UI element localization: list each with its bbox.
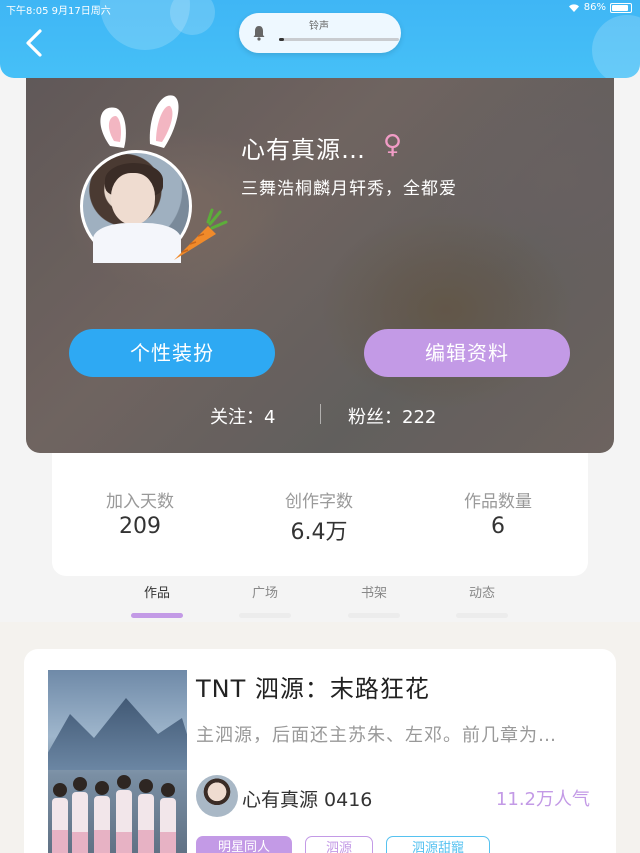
stat-value: 6.4万	[290, 520, 348, 545]
profile-bio: 三舞浩桐麟月轩秀，全都爱	[241, 179, 457, 199]
gender-female-icon: ♀	[383, 130, 403, 160]
status-right: 86%	[568, 2, 632, 13]
carrot-icon	[174, 208, 228, 260]
author-avatar[interactable]	[196, 775, 238, 817]
popularity-count: 11.2万人气	[495, 789, 590, 810]
avatar-frame[interactable]	[78, 86, 228, 263]
cover-mountains	[48, 698, 187, 770]
work-cover-image[interactable]	[48, 670, 187, 853]
wifi-icon	[568, 3, 579, 12]
stats-card: 加入天数 209 创作字数 6.4万 作品数量 6	[52, 453, 588, 576]
stat-label: 加入天数	[106, 492, 174, 512]
ringer-slider-fill	[279, 38, 284, 41]
stat-word-count: 创作字数 6.4万	[249, 487, 389, 546]
follow-stats: 关注：4 粉丝：222	[26, 400, 614, 430]
stat-value: 209	[119, 514, 161, 539]
status-date: 9月17日周六	[51, 6, 111, 17]
tab-bookshelf[interactable]: 书架	[344, 582, 404, 618]
work-description: 主泗源，后面还主苏朱、左邓。前几章为…	[196, 725, 557, 746]
stat-works-count: 作品数量 6	[428, 487, 568, 539]
stat-label: 作品数量	[464, 492, 532, 512]
battery-percent: 86%	[583, 2, 606, 13]
work-card[interactable]: TNT 泗源：末路狂花 主泗源，后面还主苏朱、左邓。前几章为… 心有真源 041…	[24, 649, 616, 853]
stat-join-days: 加入天数 209	[70, 487, 210, 539]
chevron-left-icon	[26, 29, 42, 57]
bunny-ears-icon	[100, 95, 179, 148]
tab-square[interactable]: 广场	[235, 582, 295, 618]
tab-label: 动态	[468, 586, 495, 601]
ringer-label: 铃声	[309, 21, 329, 32]
fans-count[interactable]: 粉丝：222	[348, 403, 436, 429]
following-count[interactable]: 关注：4	[210, 403, 275, 429]
tag-chip[interactable]: 泗源	[305, 836, 373, 853]
profile-card: 心有真源… ♀ 三舞浩桐麟月轩秀，全都爱 个性装扮 编辑资料 关注：4 粉丝：2…	[26, 60, 614, 453]
stat-label: 创作字数	[285, 492, 353, 512]
profile-name: 心有真源…	[241, 136, 366, 164]
work-title[interactable]: TNT 泗源：末路狂花	[196, 669, 430, 704]
tab-activity[interactable]: 动态	[452, 582, 512, 618]
battery-icon	[610, 2, 632, 13]
tab-indicator	[131, 613, 183, 618]
avatar-face	[111, 173, 155, 225]
stat-value: 6	[491, 514, 505, 539]
status-time: 下午8:05	[6, 6, 49, 17]
tab-indicator	[348, 613, 400, 618]
tab-indicator	[456, 613, 508, 618]
tab-works[interactable]: 作品	[127, 582, 187, 618]
decor-bubble	[592, 15, 640, 78]
tag-chip[interactable]: 明星同人	[196, 836, 292, 853]
tab-label: 书架	[360, 586, 387, 601]
profile-tabs: 作品 广场 书架 动态	[0, 578, 640, 622]
status-time-date: 下午8:05 9月17日周六	[6, 2, 111, 17]
ringer-slider[interactable]	[279, 38, 399, 41]
tab-label: 作品	[143, 586, 170, 601]
tag-chip[interactable]: 泗源甜寵	[386, 836, 490, 853]
bell-icon	[253, 26, 265, 41]
ringer-volume-hud: 铃声	[239, 13, 401, 53]
tab-label: 广场	[251, 586, 278, 601]
personal-dress-button[interactable]: 个性装扮	[69, 329, 275, 377]
edit-profile-button[interactable]: 编辑资料	[364, 329, 570, 377]
back-button[interactable]	[20, 28, 50, 58]
author-name[interactable]: 心有真源 0416	[242, 785, 372, 812]
cover-people	[52, 775, 176, 853]
divider	[320, 404, 321, 424]
tab-indicator	[239, 613, 291, 618]
